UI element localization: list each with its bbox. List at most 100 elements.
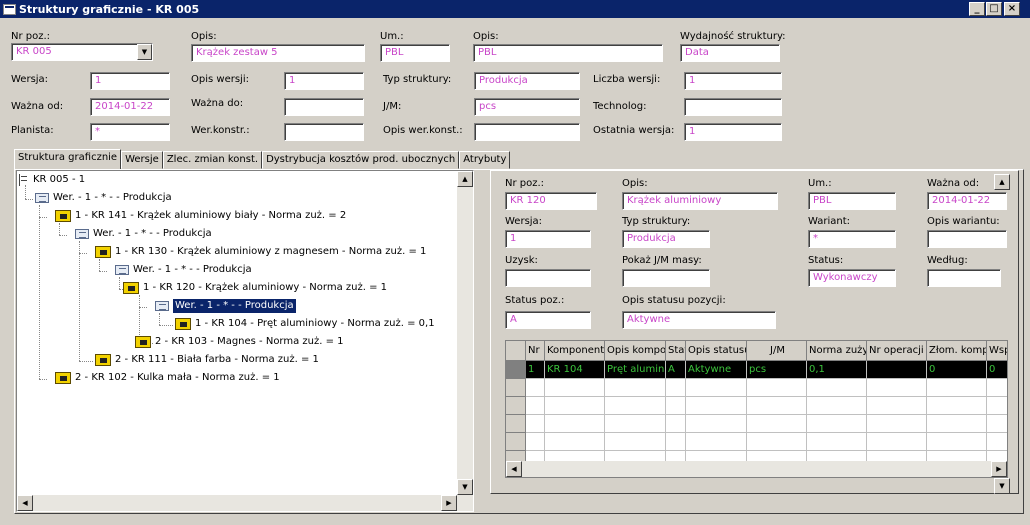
wer-konstr-field[interactable] [284, 123, 364, 141]
cell-norma[interactable]: 0,1 [807, 361, 867, 379]
detail-typ-field[interactable]: Produkcja [622, 230, 710, 248]
tab-wersje[interactable]: Wersje [121, 151, 163, 169]
tab-struktura-graficznie[interactable]: Struktura graficznie [14, 149, 122, 169]
row-header[interactable] [506, 361, 526, 379]
grid-cell-empty[interactable] [666, 397, 686, 415]
scroll-down-icon[interactable]: ▼ [457, 479, 473, 495]
tree-node-version-selected[interactable]: Wer. - 1 - * - - Produkcja [155, 299, 296, 313]
scroll-left-icon[interactable]: ◀ [17, 495, 33, 511]
typ-field[interactable]: Produkcja [474, 72, 580, 90]
grid-cell-empty[interactable] [927, 379, 987, 397]
cell-opis-statusu[interactable]: Aktywne [686, 361, 747, 379]
opis-um-field[interactable]: PBL [473, 44, 663, 62]
grid-cell-empty[interactable] [686, 397, 747, 415]
grid-cell-empty[interactable] [807, 433, 867, 451]
tree-node-version[interactable]: Wer. - 1 - * - - Produkcja [115, 263, 252, 277]
grid-cell-empty[interactable] [545, 379, 605, 397]
grid-cell-empty[interactable] [747, 379, 807, 397]
detail-um-field[interactable]: PBL [808, 192, 896, 210]
grid-cell-empty[interactable] [807, 415, 867, 433]
tree-node-item[interactable]: 2 - KR 102 - Kulka mała - Norma zuż. = 1 [55, 371, 280, 385]
cell-stat[interactable]: A [666, 361, 686, 379]
detail-pokaz-field[interactable] [622, 269, 710, 287]
grid-hscroll[interactable] [506, 461, 1007, 477]
grid-cell-empty[interactable] [867, 379, 927, 397]
tree-node-item[interactable]: 1 - KR 104 - Pręt aluminiowy - Norma zuż… [175, 317, 435, 331]
col-opis-statusu[interactable]: Opis statusu [686, 341, 747, 361]
minimize-button[interactable]: _ [969, 2, 985, 16]
tab-zlec-zmian-konst[interactable]: Zlec. zmian konst. [162, 151, 263, 169]
tree-node-version[interactable]: Wer. - 1 - * - - Produkcja [75, 227, 212, 241]
grid-cell-empty[interactable] [987, 397, 1007, 415]
grid-cell-empty[interactable] [605, 397, 666, 415]
grid-cell-empty[interactable] [526, 433, 545, 451]
grid-cell-empty[interactable] [686, 433, 747, 451]
maximize-button[interactable]: □ [986, 2, 1002, 16]
scroll-right-icon[interactable]: ▶ [441, 495, 457, 511]
col-opis-kompo[interactable]: Opis kompo [605, 341, 666, 361]
cell-nr[interactable]: 1 [526, 361, 545, 379]
grid-cell-empty[interactable] [927, 415, 987, 433]
row-header[interactable] [506, 397, 526, 415]
tree-hscroll[interactable] [17, 495, 473, 511]
um-field[interactable]: PBL [380, 44, 450, 62]
wydajnosc-field[interactable]: Data [680, 44, 780, 62]
grid-cell-empty[interactable] [686, 379, 747, 397]
opis-field[interactable]: Krążek zestaw 5 [191, 44, 365, 62]
grid-cell-empty[interactable] [807, 379, 867, 397]
grid-cell-empty[interactable] [807, 397, 867, 415]
cell-zlom[interactable]: 0 [927, 361, 987, 379]
detail-wariant-field[interactable]: * [808, 230, 896, 248]
planista-field[interactable]: * [90, 123, 170, 141]
tree-node-version[interactable]: Wer. - 1 - * - - Produkcja [35, 191, 172, 205]
col-wsp[interactable]: Wsp [987, 341, 1007, 361]
scroll-right-icon[interactable]: ▶ [991, 461, 1007, 477]
scroll-left-icon[interactable]: ◀ [506, 461, 522, 477]
grid-cell-empty[interactable] [987, 433, 1007, 451]
cell-opis-kompo[interactable]: Pręt alumini [605, 361, 666, 379]
detail-nr-poz-field[interactable]: KR 120 [505, 192, 597, 210]
grid-cell-empty[interactable] [545, 397, 605, 415]
col-jm[interactable]: J/M [747, 341, 807, 361]
detail-scroll-up-icon[interactable]: ▲ [994, 174, 1010, 190]
scroll-up-icon[interactable]: ▲ [457, 171, 473, 187]
grid-cell-empty[interactable] [545, 415, 605, 433]
grid-cell-empty[interactable] [666, 433, 686, 451]
grid-cell-empty[interactable] [747, 415, 807, 433]
grid-cell-empty[interactable] [927, 397, 987, 415]
tab-atrybuty[interactable]: Atrybuty [459, 151, 511, 169]
close-button[interactable]: × [1004, 2, 1020, 16]
nr-poz-combo[interactable]: KR 005 ▼ [11, 43, 153, 61]
tree-node-item[interactable]: 1 - KR 130 - Krążek aluminiowy z magnese… [95, 245, 426, 259]
detail-wersja-field[interactable]: 1 [505, 230, 591, 248]
chevron-down-icon[interactable]: ▼ [137, 44, 152, 60]
cell-komponent[interactable]: KR 104 [545, 361, 605, 379]
col-norma[interactable]: Norma zuży [807, 341, 867, 361]
tree-node-item[interactable]: 2 - KR 103 - Magnes - Norma zuż. = 1 [135, 335, 344, 349]
grid-cell-empty[interactable] [666, 415, 686, 433]
col-nr-operacji[interactable]: Nr operacji [867, 341, 927, 361]
grid-cell-empty[interactable] [987, 415, 1007, 433]
grid-cell-empty[interactable] [867, 397, 927, 415]
grid-cell-empty[interactable] [605, 433, 666, 451]
grid-cell-empty[interactable] [526, 397, 545, 415]
tab-dystrybucja-kosztow[interactable]: Dystrybucja kosztów prod. ubocznych [262, 151, 460, 169]
tree-node-item[interactable]: 2 - KR 111 - Biała farba - Norma zuż. = … [95, 353, 319, 367]
detail-opis-field[interactable]: Krążek aluminiowy [622, 192, 778, 210]
detail-status-poz-field[interactable]: A [505, 311, 591, 329]
liczba-field[interactable]: 1 [684, 72, 782, 90]
technolog-field[interactable] [684, 98, 782, 116]
opis-wer-konstr-field[interactable] [474, 123, 580, 141]
row-header[interactable] [506, 433, 526, 451]
grid-cell-empty[interactable] [526, 379, 545, 397]
grid-cell-empty[interactable] [927, 433, 987, 451]
col-komponent[interactable]: Komponent [545, 341, 605, 361]
tree-node-item[interactable]: 1 - KR 141 - Krążek aluminiowy biały - N… [55, 209, 346, 223]
grid-cell-empty[interactable] [987, 379, 1007, 397]
grid-cell-empty[interactable] [867, 433, 927, 451]
grid-cell-empty[interactable] [747, 433, 807, 451]
grid-cell-empty[interactable] [686, 415, 747, 433]
wersja-field[interactable]: 1 [90, 72, 170, 90]
tree-node-root[interactable]: KR 005 - 1 [19, 173, 85, 187]
col-nr[interactable]: Nr [526, 341, 545, 361]
